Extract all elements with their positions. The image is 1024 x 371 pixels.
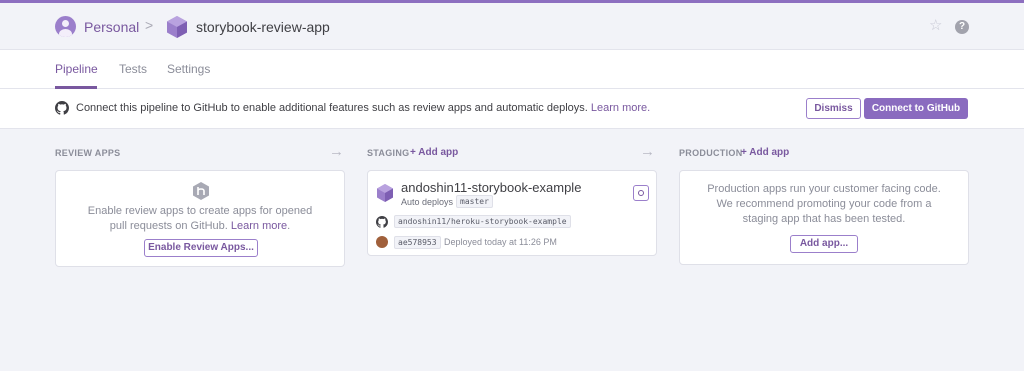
auto-deploys-label: Auto deploys bbox=[401, 197, 454, 207]
arrow-right-icon: → bbox=[640, 143, 655, 160]
github-connect-banner: Connect this pipeline to GitHub to enabl… bbox=[0, 89, 1024, 129]
staging-app-name[interactable]: andoshin11-storybook-example bbox=[401, 180, 581, 195]
production-card: Production apps run your customer facing… bbox=[679, 170, 969, 265]
review-apps-card: Enable review apps to create apps for op… bbox=[55, 170, 345, 267]
production-add-app-button[interactable]: Add app... bbox=[790, 235, 858, 253]
production-add-app-link[interactable]: + Add app bbox=[741, 147, 789, 158]
github-icon bbox=[376, 216, 388, 228]
staging-app-card[interactable]: andoshin11-storybook-example Auto deploy… bbox=[367, 170, 657, 256]
review-apps-link-suffix: . bbox=[287, 220, 291, 232]
pipeline-hexagon-icon bbox=[167, 16, 187, 38]
deployed-time: Deployed today at 11:26 PM bbox=[444, 237, 557, 247]
tab-tests[interactable]: Tests bbox=[119, 62, 147, 76]
breadcrumb-personal[interactable]: Personal bbox=[84, 19, 139, 35]
user-avatar-icon[interactable] bbox=[55, 16, 76, 37]
branch-badge: master bbox=[456, 195, 493, 208]
app-menu-button[interactable] bbox=[633, 185, 649, 201]
tab-bar: Pipeline Tests Settings bbox=[0, 50, 1024, 89]
avatar-body bbox=[59, 29, 72, 37]
production-description: Production apps run your customer facing… bbox=[707, 183, 941, 225]
github-icon bbox=[55, 101, 69, 115]
arrow-right-icon: → bbox=[329, 143, 344, 160]
avatar-head bbox=[62, 20, 69, 27]
staging-add-app-link[interactable]: + Add app bbox=[410, 147, 458, 158]
tab-pipeline[interactable]: Pipeline bbox=[55, 62, 98, 76]
breadcrumb-pipeline-name[interactable]: storybook-review-app bbox=[196, 19, 330, 35]
banner-message: Connect this pipeline to GitHub to enabl… bbox=[76, 102, 650, 114]
review-apps-hexagon-icon bbox=[193, 182, 209, 200]
banner-text: Connect this pipeline to GitHub to enabl… bbox=[76, 102, 588, 114]
dismiss-button[interactable]: Dismiss bbox=[806, 98, 861, 119]
deployer-avatar bbox=[376, 236, 388, 248]
breadcrumb-chevron-icon: > bbox=[145, 17, 154, 33]
enable-review-apps-button[interactable]: Enable Review Apps... bbox=[144, 239, 258, 257]
review-apps-learn-more-link[interactable]: Learn more bbox=[231, 220, 287, 232]
header-bar: Personal > storybook-review-app ☆ ? bbox=[0, 3, 1024, 50]
staging-title: STAGING bbox=[367, 148, 410, 158]
help-icon[interactable]: ? bbox=[955, 20, 969, 34]
banner-learn-more-link[interactable]: Learn more. bbox=[591, 102, 650, 114]
app-hexagon-icon bbox=[377, 184, 393, 202]
review-apps-title: REVIEW APPS bbox=[55, 148, 121, 158]
tab-settings[interactable]: Settings bbox=[167, 62, 210, 76]
production-title: PRODUCTION bbox=[679, 148, 743, 158]
repo-link[interactable]: andoshin11/heroku-storybook-example bbox=[394, 215, 571, 228]
chevron-up-down-icon bbox=[638, 190, 644, 196]
connect-to-github-button[interactable]: Connect to GitHub bbox=[864, 98, 968, 119]
favorite-star-icon[interactable]: ☆ bbox=[929, 18, 942, 33]
commit-sha-link[interactable]: ae578953 bbox=[394, 236, 441, 249]
review-apps-description: Enable review apps to create apps for op… bbox=[56, 204, 344, 234]
